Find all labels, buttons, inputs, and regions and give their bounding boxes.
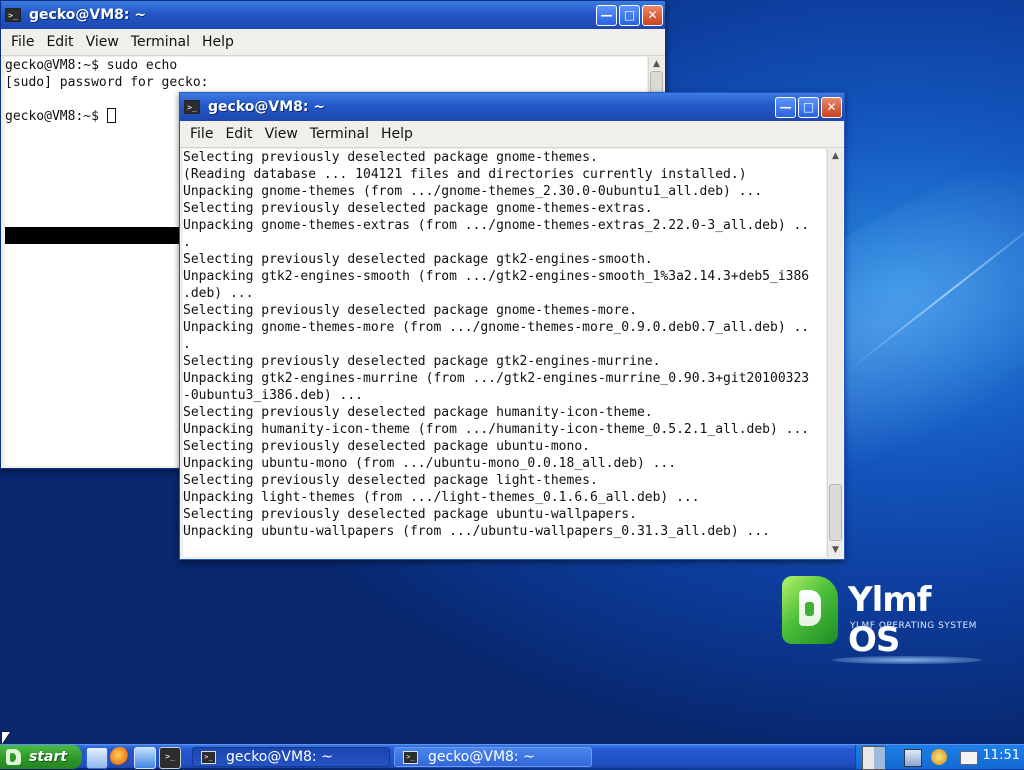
terminal-line: Unpacking gnome-themes (from .../gnome-t…: [183, 184, 763, 199]
terminal-line: Unpacking humanity-icon-theme (from .../…: [183, 422, 810, 437]
start-label: start: [29, 749, 68, 765]
start-icon: [6, 749, 21, 765]
terminal-line: Selecting previously deselected package …: [183, 303, 637, 318]
terminal-line: Selecting previously deselected package …: [183, 354, 661, 369]
menu-edit[interactable]: Edit: [219, 126, 258, 142]
taskbar-task-2[interactable]: >_ gecko@VM8: ~: [394, 747, 592, 767]
terminal-line: Unpacking ubuntu-wallpapers (from .../ub…: [183, 524, 770, 539]
close-button[interactable]: ✕: [642, 4, 663, 26]
terminal-line: Selecting previously deselected package …: [183, 150, 598, 165]
menu-terminal[interactable]: Terminal: [304, 126, 375, 142]
update-icon[interactable]: [931, 749, 947, 765]
terminal-line: Unpacking gnome-themes-extras (from .../…: [183, 218, 810, 233]
terminal-selection-bar: [5, 227, 185, 244]
minimize-button[interactable]: —: [596, 4, 617, 26]
terminal-line: Unpacking gtk2-engines-smooth (from .../…: [183, 269, 810, 284]
terminal-line: Unpacking ubuntu-mono (from .../ubuntu-m…: [183, 456, 677, 471]
terminal-output-front[interactable]: Selecting previously deselected package …: [183, 149, 826, 557]
file-manager-icon[interactable]: [86, 747, 108, 769]
titlebar-front[interactable]: >_ gecko@VM8: ~ — □ ✕: [180, 93, 844, 121]
terminal-line: Unpacking light-themes (from .../light-t…: [183, 490, 700, 505]
ylmf-logo: Ylmf OS YLMF OPERATING SYSTEM: [782, 576, 992, 666]
menubar-back: File Edit View Terminal Help: [1, 29, 665, 56]
terminal-window-front[interactable]: >_ gecko@VM8: ~ — □ ✕ File Edit View Ter…: [179, 92, 845, 560]
ylmf-logo-mark: [782, 576, 838, 644]
menu-edit[interactable]: Edit: [40, 34, 79, 50]
terminal-prompt: gecko@VM8:~$: [5, 109, 107, 124]
terminal-line: gecko@VM8:~$ sudo echo: [5, 58, 178, 73]
clock[interactable]: 11:51: [983, 748, 1020, 763]
terminal-line: [sudo] password for gecko:: [5, 75, 209, 90]
terminal-line: Selecting previously deselected package …: [183, 201, 653, 216]
terminal-icon: >_: [184, 100, 200, 114]
maximize-button[interactable]: □: [619, 4, 640, 26]
logo-subtitle: YLMF OPERATING SYSTEM: [850, 621, 977, 631]
terminal-line: .deb) ...: [183, 286, 254, 301]
terminal-line: Unpacking gtk2-engines-murrine (from ...…: [183, 371, 810, 386]
scroll-up-icon[interactable]: ▲: [828, 149, 843, 163]
system-tray: 11:51: [855, 745, 1024, 770]
terminal-line: -0ubuntu3_i386.deb) ...: [183, 388, 364, 403]
terminal-line: Selecting previously deselected package …: [183, 473, 598, 488]
terminal-line: Selecting previously deselected package …: [183, 439, 590, 454]
taskbar-task-1[interactable]: >_ gecko@VM8: ~: [192, 747, 390, 767]
text-cursor: [106, 108, 116, 123]
menu-terminal[interactable]: Terminal: [125, 34, 196, 50]
mouse-pointer: [2, 732, 10, 744]
scroll-up-icon[interactable]: ▲: [649, 57, 664, 71]
menu-help[interactable]: Help: [375, 126, 419, 142]
terminal-icon: >_: [5, 8, 21, 22]
scrollbar-front[interactable]: ▲ ▼: [827, 149, 843, 557]
terminal-line: Selecting previously deselected package …: [183, 252, 653, 267]
show-desktop-icon[interactable]: [134, 747, 156, 769]
scroll-down-icon[interactable]: ▼: [828, 543, 843, 557]
terminal-line: .: [183, 235, 191, 250]
minimize-button[interactable]: —: [775, 96, 796, 118]
menu-file[interactable]: File: [5, 34, 40, 50]
window-title: gecko@VM8: ~: [29, 7, 147, 23]
terminal-line: Selecting previously deselected package …: [183, 405, 653, 420]
terminal-icon: >_: [403, 750, 418, 764]
task-label: gecko@VM8: ~: [226, 749, 333, 765]
workspace-switcher-icon[interactable]: [862, 746, 886, 770]
terminal-icon: >_: [201, 750, 216, 764]
menubar-front: File Edit View Terminal Help: [180, 121, 844, 148]
terminal-line: Unpacking gnome-themes-more (from .../gn…: [183, 320, 810, 335]
terminal-line: .: [183, 337, 191, 352]
maximize-button[interactable]: □: [798, 96, 819, 118]
taskbar: start >_ >_ gecko@VM8: ~ >_ gecko@VM8: ~…: [0, 744, 1024, 770]
firefox-icon[interactable]: [110, 747, 130, 767]
menu-help[interactable]: Help: [196, 34, 240, 50]
start-button[interactable]: start: [0, 745, 82, 769]
logo-name: Ylmf OS: [848, 580, 932, 660]
close-button[interactable]: ✕: [821, 96, 842, 118]
terminal-line: Selecting previously deselected package …: [183, 507, 637, 522]
scroll-thumb[interactable]: [829, 484, 842, 541]
logo-glow: [832, 656, 982, 664]
menu-view[interactable]: View: [259, 126, 304, 142]
terminal-launcher-icon[interactable]: >_: [159, 747, 181, 769]
menu-view[interactable]: View: [80, 34, 125, 50]
titlebar-back[interactable]: >_ gecko@VM8: ~ — □ ✕: [1, 1, 665, 29]
window-title: gecko@VM8: ~: [208, 99, 326, 115]
network-icon[interactable]: [904, 749, 922, 767]
mail-icon[interactable]: [960, 751, 978, 765]
terminal-line: (Reading database ... 104121 files and d…: [183, 167, 747, 182]
task-label: gecko@VM8: ~: [428, 749, 535, 765]
menu-file[interactable]: File: [184, 126, 219, 142]
